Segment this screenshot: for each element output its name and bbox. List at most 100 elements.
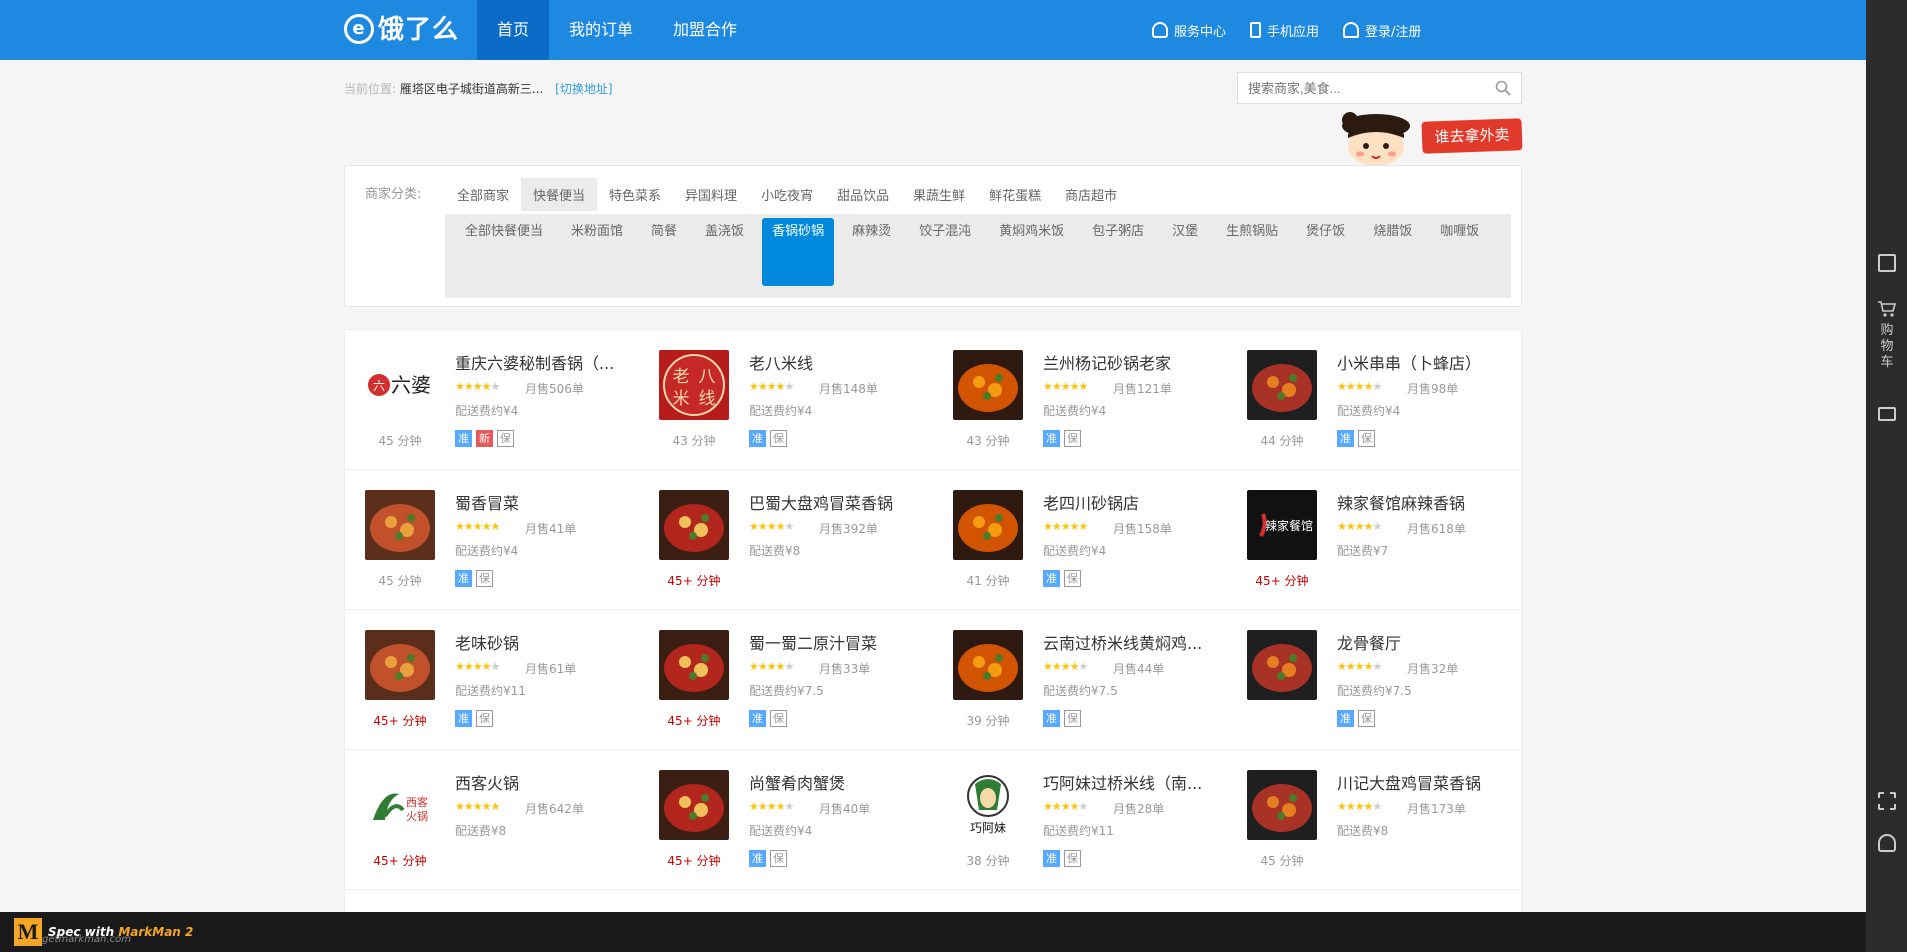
subcategory-item[interactable]: 生煎锅贴 — [1216, 218, 1288, 286]
shop-card[interactable]: 西客 火锅 45+ 分钟 西客火锅 ★★★★★ 月售642单 配送费¥8 — [345, 750, 639, 890]
shop-card[interactable]: 45+ 分钟 巴蜀大盘鸡冒菜香锅 ★★★★★ 月售392单 配送费¥8 — [639, 470, 933, 610]
markman-site: getmarkman.com — [42, 934, 131, 945]
shop-thumbnail[interactable]: 辣家餐馆 — [1247, 490, 1317, 560]
shop-name[interactable]: 云南过桥米线黄焖鸡... — [1043, 630, 1213, 654]
shop-card[interactable]: 44 分钟 小米串串（卜蜂店） ★★★★★ 月售98单 配送费约¥4 准保 — [1227, 330, 1521, 470]
subcategory-item[interactable]: 米粉面馆 — [561, 218, 633, 286]
shop-card[interactable]: 巧阿妹 38 分钟 巧阿妹过桥米线（南... ★★★★★ 月售28单 配送费约¥11 准保 — [933, 750, 1227, 890]
subcategory-item[interactable]: 全部快餐便当 — [455, 218, 553, 286]
shop-name[interactable]: 蜀一蜀二原汁冒菜 — [749, 630, 919, 654]
shop-card[interactable]: 45+ 分钟 蜀一蜀二原汁冒菜 ★★★★★ 月售33单 配送费约¥7.5 准保 — [639, 610, 933, 750]
subcategory-item-selected[interactable]: 香锅砂锅 — [762, 218, 835, 286]
shop-card[interactable]: 六六婆 45 分钟 重庆六婆秘制香锅（... ★★★★★ 月售506单 配送费约¥4 准新保 — [345, 330, 639, 470]
shop-thumbnail[interactable] — [1247, 630, 1317, 700]
shop-card[interactable]: 辣家餐馆 45+ 分钟 辣家餐馆麻辣香锅 ★★★★★ 月售618单 配送费¥7 — [1227, 470, 1521, 610]
shop-name[interactable]: 巴蜀大盘鸡冒菜香锅 — [749, 490, 919, 514]
shop-card[interactable]: 老八米线 43 分钟 老八米线 ★★★★★ 月售148单 配送费约¥4 准保 — [639, 330, 933, 470]
shop-thumbnail[interactable] — [659, 770, 729, 840]
nav-join[interactable]: 加盟合作 — [653, 0, 757, 60]
orders-icon[interactable] — [1878, 254, 1896, 272]
shop-thumbnail[interactable] — [1247, 770, 1317, 840]
subcategory-item[interactable]: 黄焖鸡米饭 — [989, 218, 1074, 286]
shop-thumbnail[interactable]: 巧阿妹 — [953, 770, 1023, 840]
category-tab-selected[interactable]: 快餐便当 — [521, 178, 598, 211]
shop-card[interactable]: 39 分钟 云南过桥米线黄焖鸡... ★★★★★ 月售44单 配送费约¥7.5 准保 — [933, 610, 1227, 750]
shop-name[interactable]: 巧阿妹过桥米线（南... — [1043, 770, 1213, 794]
shop-name[interactable]: 小米串串（卜蜂店） — [1337, 350, 1507, 374]
subcategory-item[interactable]: 盖浇饭 — [695, 218, 754, 286]
shop-card[interactable]: 龙骨餐厅 ★★★★★ 月售32单 配送费约¥7.5 准保 — [1227, 610, 1521, 750]
shop-tags: 准保 — [749, 430, 791, 447]
category-tab[interactable]: 全部商家 — [445, 178, 521, 211]
search-icon[interactable] — [1495, 80, 1511, 96]
shop-card[interactable]: 45+ 分钟 尚蟹肴肉蟹煲 ★★★★★ 月售40单 配送费约¥4 准保 — [639, 750, 933, 890]
nav-home[interactable]: 首页 — [477, 0, 550, 60]
delivery-time: 44 分钟 — [1260, 434, 1304, 448]
subcategory-item[interactable]: 咖喱饭 — [1430, 218, 1489, 286]
shop-thumbnail[interactable] — [953, 350, 1023, 420]
search-input[interactable] — [1238, 73, 1478, 103]
monthly-sales: 月售61单 — [525, 662, 577, 676]
subcategory-item[interactable]: 汉堡 — [1162, 218, 1208, 286]
shop-tag: 准 — [1043, 850, 1060, 867]
qrcode-icon[interactable] — [1878, 792, 1896, 810]
message-icon[interactable] — [1878, 407, 1896, 421]
category-tab[interactable]: 异国料理 — [673, 178, 749, 211]
rating-stars-icon: ★★★★★ — [1043, 380, 1088, 393]
shop-thumbnail[interactable] — [365, 490, 435, 560]
shop-tags: 准保 — [749, 850, 791, 867]
shop-thumbnail[interactable]: 西客 火锅 — [365, 770, 435, 840]
shop-thumbnail[interactable] — [365, 630, 435, 700]
shop-thumbnail[interactable] — [1247, 350, 1317, 420]
login-link[interactable]: 登录/注册 — [1343, 21, 1421, 40]
shop-tag: 保 — [1064, 850, 1081, 867]
headset-icon[interactable] — [1878, 834, 1896, 852]
shop-thumbnail[interactable]: 六六婆 — [365, 350, 435, 420]
shop-name[interactable]: 兰州杨记砂锅老家 — [1043, 350, 1213, 374]
takeaway-button[interactable]: 谁去拿外卖 — [1421, 118, 1523, 154]
shop-card[interactable]: 43 分钟 兰州杨记砂锅老家 ★★★★★ 月售121单 配送费约¥4 准保 — [933, 330, 1227, 470]
shop-name[interactable]: 西客火锅 — [455, 770, 625, 794]
category-tab[interactable]: 特色菜系 — [597, 178, 673, 211]
svg-text:线: 线 — [699, 389, 716, 409]
shop-thumbnail[interactable] — [659, 630, 729, 700]
shop-name[interactable]: 老味砂锅 — [455, 630, 625, 654]
shop-card[interactable]: 41 分钟 老四川砂锅店 ★★★★★ 月售158单 配送费约¥4 准保 — [933, 470, 1227, 610]
shop-name[interactable]: 老八米线 — [749, 350, 919, 374]
takeaway-promo[interactable]: 谁去拿外卖 — [1336, 112, 1523, 170]
shop-name[interactable]: 尚蟹肴肉蟹煲 — [749, 770, 919, 794]
shop-card[interactable]: 45 分钟 蜀香冒菜 ★★★★★ 月售41单 配送费约¥4 准保 — [345, 470, 639, 610]
shop-name[interactable]: 川记大盘鸡冒菜香锅 — [1337, 770, 1507, 794]
shop-thumbnail[interactable] — [659, 490, 729, 560]
subcategory-item[interactable]: 饺子混沌 — [909, 218, 981, 286]
shop-name[interactable]: 重庆六婆秘制香锅（... — [455, 350, 625, 374]
category-tab[interactable]: 鲜花蛋糕 — [977, 178, 1053, 211]
logo-text: 饿了么 — [378, 15, 460, 45]
cart-button[interactable]: 购物车 — [1876, 300, 1898, 371]
shop-thumbnail[interactable] — [953, 630, 1023, 700]
category-tab[interactable]: 甜品饮品 — [825, 178, 901, 211]
subcategory-item[interactable]: 烧腊饭 — [1363, 218, 1422, 286]
shop-thumbnail[interactable]: 老八米线 — [659, 350, 729, 420]
change-address-link[interactable]: [切换地址] — [555, 82, 612, 96]
nav-my-orders[interactable]: 我的订单 — [549, 0, 653, 60]
shop-name[interactable]: 蜀香冒菜 — [455, 490, 625, 514]
subcategory-item[interactable]: 包子粥店 — [1082, 218, 1154, 286]
category-tab[interactable]: 果蔬生鲜 — [901, 178, 977, 211]
subcategory-item[interactable]: 简餐 — [641, 218, 687, 286]
shop-thumbnail[interactable] — [953, 490, 1023, 560]
service-center-link[interactable]: 服务中心 — [1152, 21, 1226, 40]
shop-name[interactable]: 老四川砂锅店 — [1043, 490, 1213, 514]
eleme-logo[interactable]: e 饿了么 — [344, 14, 459, 46]
monthly-sales: 月售158单 — [1113, 522, 1172, 536]
rating-stars-icon: ★★★★★ — [455, 380, 500, 393]
mobile-app-link[interactable]: 手机应用 — [1250, 21, 1319, 40]
subcategory-item[interactable]: 煲仔饭 — [1296, 218, 1355, 286]
subcategory-item[interactable]: 麻辣烫 — [842, 218, 901, 286]
shop-name[interactable]: 龙骨餐厅 — [1337, 630, 1507, 654]
shop-name[interactable]: 辣家餐馆麻辣香锅 — [1337, 490, 1507, 514]
shop-card[interactable]: 45 分钟 川记大盘鸡冒菜香锅 ★★★★★ 月售173单 配送费¥8 — [1227, 750, 1521, 890]
shop-card[interactable]: 45+ 分钟 老味砂锅 ★★★★★ 月售61单 配送费约¥11 准保 — [345, 610, 639, 750]
category-tab[interactable]: 小吃夜宵 — [749, 178, 825, 211]
category-tab[interactable]: 商店超市 — [1053, 178, 1129, 211]
